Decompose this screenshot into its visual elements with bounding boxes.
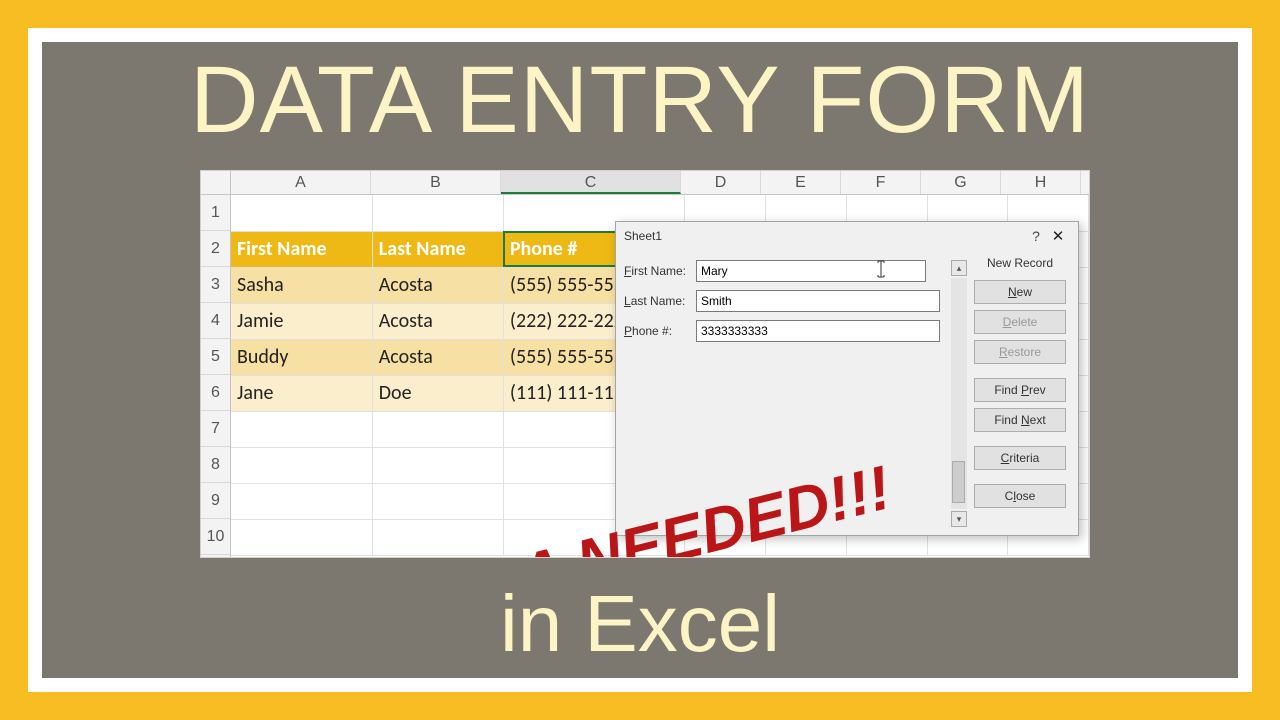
phone-label: Phone #: (624, 324, 696, 338)
cell-B4[interactable]: Acosta (372, 303, 503, 339)
cell-A3[interactable]: Sasha (231, 267, 372, 303)
column-header-C[interactable]: C (501, 171, 681, 194)
cell-B3[interactable]: Acosta (372, 267, 503, 303)
first-name-label: First Name: (624, 264, 696, 278)
cell-B1[interactable] (372, 195, 503, 231)
phone-input[interactable] (696, 320, 940, 342)
help-icon[interactable]: ? (1026, 228, 1046, 244)
scroll-track[interactable] (951, 278, 967, 509)
delete-button[interactable]: Delete (974, 310, 1066, 334)
row-header-1[interactable]: 1 (201, 195, 230, 231)
cell-B8[interactable] (372, 447, 503, 483)
dialog-titlebar[interactable]: Sheet1 ? ✕ (616, 222, 1078, 250)
dialog-title-text: Sheet1 (624, 229, 662, 243)
form-fields: First Name: Last Name: Phone #: (624, 254, 948, 527)
cell-B9[interactable] (372, 483, 503, 519)
cell-B6[interactable]: Doe (372, 375, 503, 411)
find-next-button[interactable]: Find Next (974, 408, 1066, 432)
column-header-A[interactable]: A (231, 171, 371, 194)
scroll-thumb[interactable] (952, 461, 965, 503)
last-name-input[interactable] (696, 290, 940, 312)
cell-B10[interactable] (372, 519, 503, 555)
cell-B7[interactable] (372, 411, 503, 447)
restore-button[interactable]: Restore (974, 340, 1066, 364)
scroll-down-icon[interactable]: ▾ (951, 511, 967, 527)
cell-A10[interactable] (231, 519, 372, 555)
cell-B5[interactable]: Acosta (372, 339, 503, 375)
column-header-G[interactable]: G (921, 171, 1001, 194)
cell-A6[interactable]: Jane (231, 375, 372, 411)
cell-A9[interactable] (231, 483, 372, 519)
row-header-4[interactable]: 4 (201, 303, 230, 339)
cell-A4[interactable]: Jamie (231, 303, 372, 339)
column-header-H[interactable]: H (1001, 171, 1081, 194)
excel-window: ABCDEFGH 12345678910 First NameLast Name… (200, 170, 1090, 558)
data-form-dialog: Sheet1 ? ✕ First Name: Last Name: (615, 221, 1079, 536)
row-header-10[interactable]: 10 (201, 519, 230, 555)
row-header-3[interactable]: 3 (201, 267, 230, 303)
row-header-2[interactable]: 2 (201, 231, 230, 267)
cell-A5[interactable]: Buddy (231, 339, 372, 375)
close-button[interactable]: Close (974, 484, 1066, 508)
cell-A1[interactable] (231, 195, 372, 231)
subtitle: in Excel (0, 578, 1280, 670)
scroll-up-icon[interactable]: ▴ (951, 260, 967, 276)
main-title: DATA ENTRY FORM (0, 46, 1280, 155)
row-header-5[interactable]: 5 (201, 339, 230, 375)
row-header-8[interactable]: 8 (201, 447, 230, 483)
last-name-label: Last Name: (624, 294, 696, 308)
column-header-B[interactable]: B (371, 171, 501, 194)
row-header-6[interactable]: 6 (201, 375, 230, 411)
cell-A7[interactable] (231, 411, 372, 447)
cell-B2[interactable]: Last Name (372, 231, 503, 267)
new-button[interactable]: New (974, 280, 1066, 304)
row-header-7[interactable]: 7 (201, 411, 230, 447)
column-headers: ABCDEFGH (231, 171, 1089, 195)
close-icon[interactable]: ✕ (1046, 227, 1070, 245)
first-name-input[interactable] (696, 260, 926, 282)
form-scrollbar[interactable]: ▴ ▾ (948, 254, 970, 527)
cell-A8[interactable] (231, 447, 372, 483)
form-buttons: New Record New Delete Restore Find Prev … (970, 254, 1070, 527)
row-headers: 12345678910 (201, 195, 231, 557)
column-header-F[interactable]: F (841, 171, 921, 194)
column-header-E[interactable]: E (761, 171, 841, 194)
select-all-corner[interactable] (201, 171, 231, 195)
row-header-9[interactable]: 9 (201, 483, 230, 519)
column-header-D[interactable]: D (681, 171, 761, 194)
cell-A2[interactable]: First Name (231, 231, 372, 267)
find-prev-button[interactable]: Find Prev (974, 378, 1066, 402)
criteria-button[interactable]: Criteria (974, 446, 1066, 470)
record-status: New Record (970, 256, 1070, 270)
